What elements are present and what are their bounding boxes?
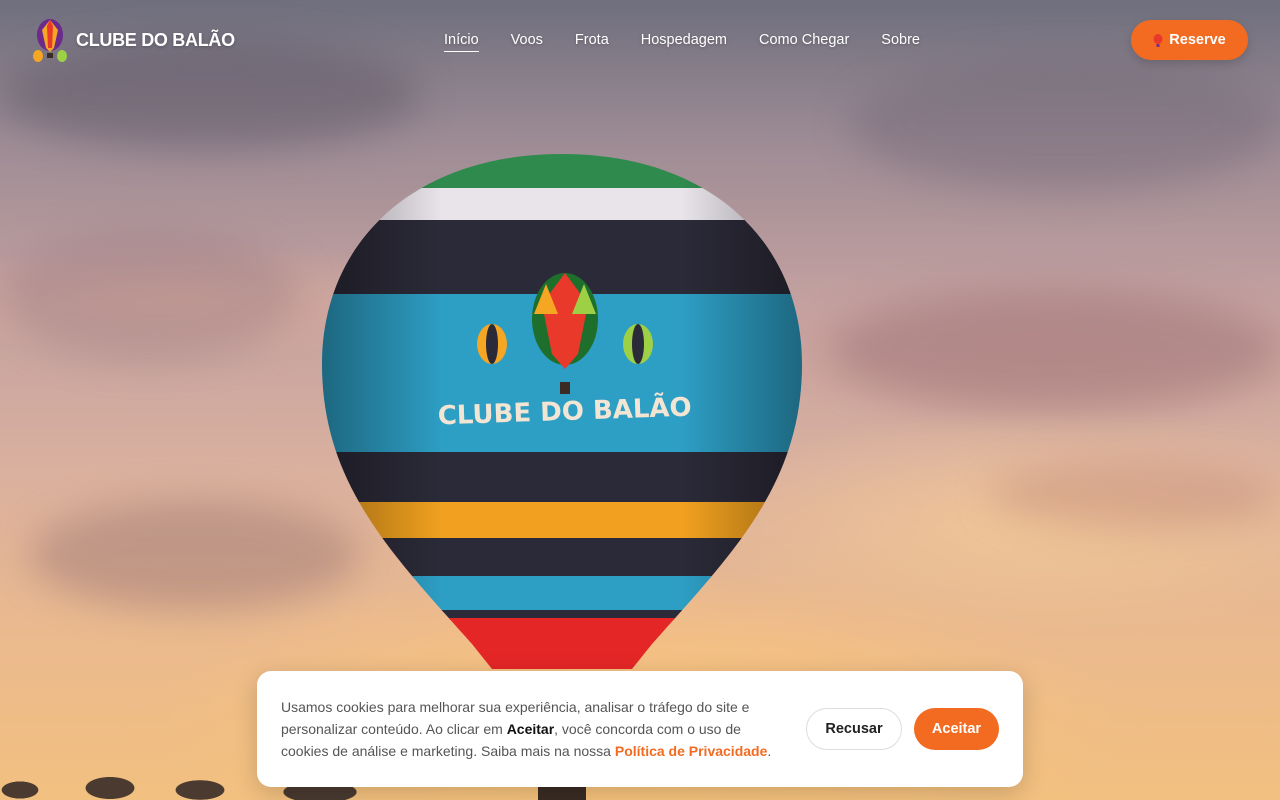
cloud bbox=[830, 290, 1280, 410]
reserve-button-label: Reserve bbox=[1169, 32, 1226, 48]
cloud bbox=[990, 460, 1280, 530]
cloud bbox=[30, 500, 360, 610]
nav-link-hospedagem[interactable]: Hospedagem bbox=[641, 32, 727, 52]
navbar: CLUBE DO BALÃO Início Voos Frota Hospeda… bbox=[0, 0, 1280, 80]
cloud bbox=[0, 230, 300, 360]
cookie-accept-word: Aceitar bbox=[506, 721, 555, 737]
cookie-text-after: . bbox=[767, 743, 772, 759]
nav-link-voos[interactable]: Voos bbox=[511, 32, 543, 52]
hot-air-balloon-icon bbox=[33, 19, 67, 62]
balloon-icon bbox=[1153, 33, 1163, 47]
cookie-banner: Usamos cookies para melhorar sua experiê… bbox=[257, 671, 1023, 787]
accept-cookies-button[interactable]: Aceitar bbox=[914, 708, 999, 750]
privacy-policy-link[interactable]: Política de Privacidade bbox=[615, 743, 768, 759]
main-nav: Início Voos Frota Hospedagem Como Chegar… bbox=[444, 32, 920, 52]
cookie-message: Usamos cookies para melhorar sua experiê… bbox=[281, 696, 781, 762]
nav-link-sobre[interactable]: Sobre bbox=[881, 32, 920, 52]
nav-link-inicio[interactable]: Início bbox=[444, 32, 479, 52]
brand-name: CLUBE DO BALÃO bbox=[76, 29, 235, 50]
brand-logo-link[interactable]: CLUBE DO BALÃO bbox=[32, 18, 235, 62]
nav-link-como-chegar[interactable]: Como Chegar bbox=[759, 32, 849, 52]
decline-cookies-button[interactable]: Recusar bbox=[806, 708, 902, 750]
cookie-actions: Recusar Aceitar bbox=[806, 708, 999, 750]
reserve-button[interactable]: Reserve bbox=[1131, 20, 1248, 60]
nav-link-frota[interactable]: Frota bbox=[575, 32, 609, 52]
